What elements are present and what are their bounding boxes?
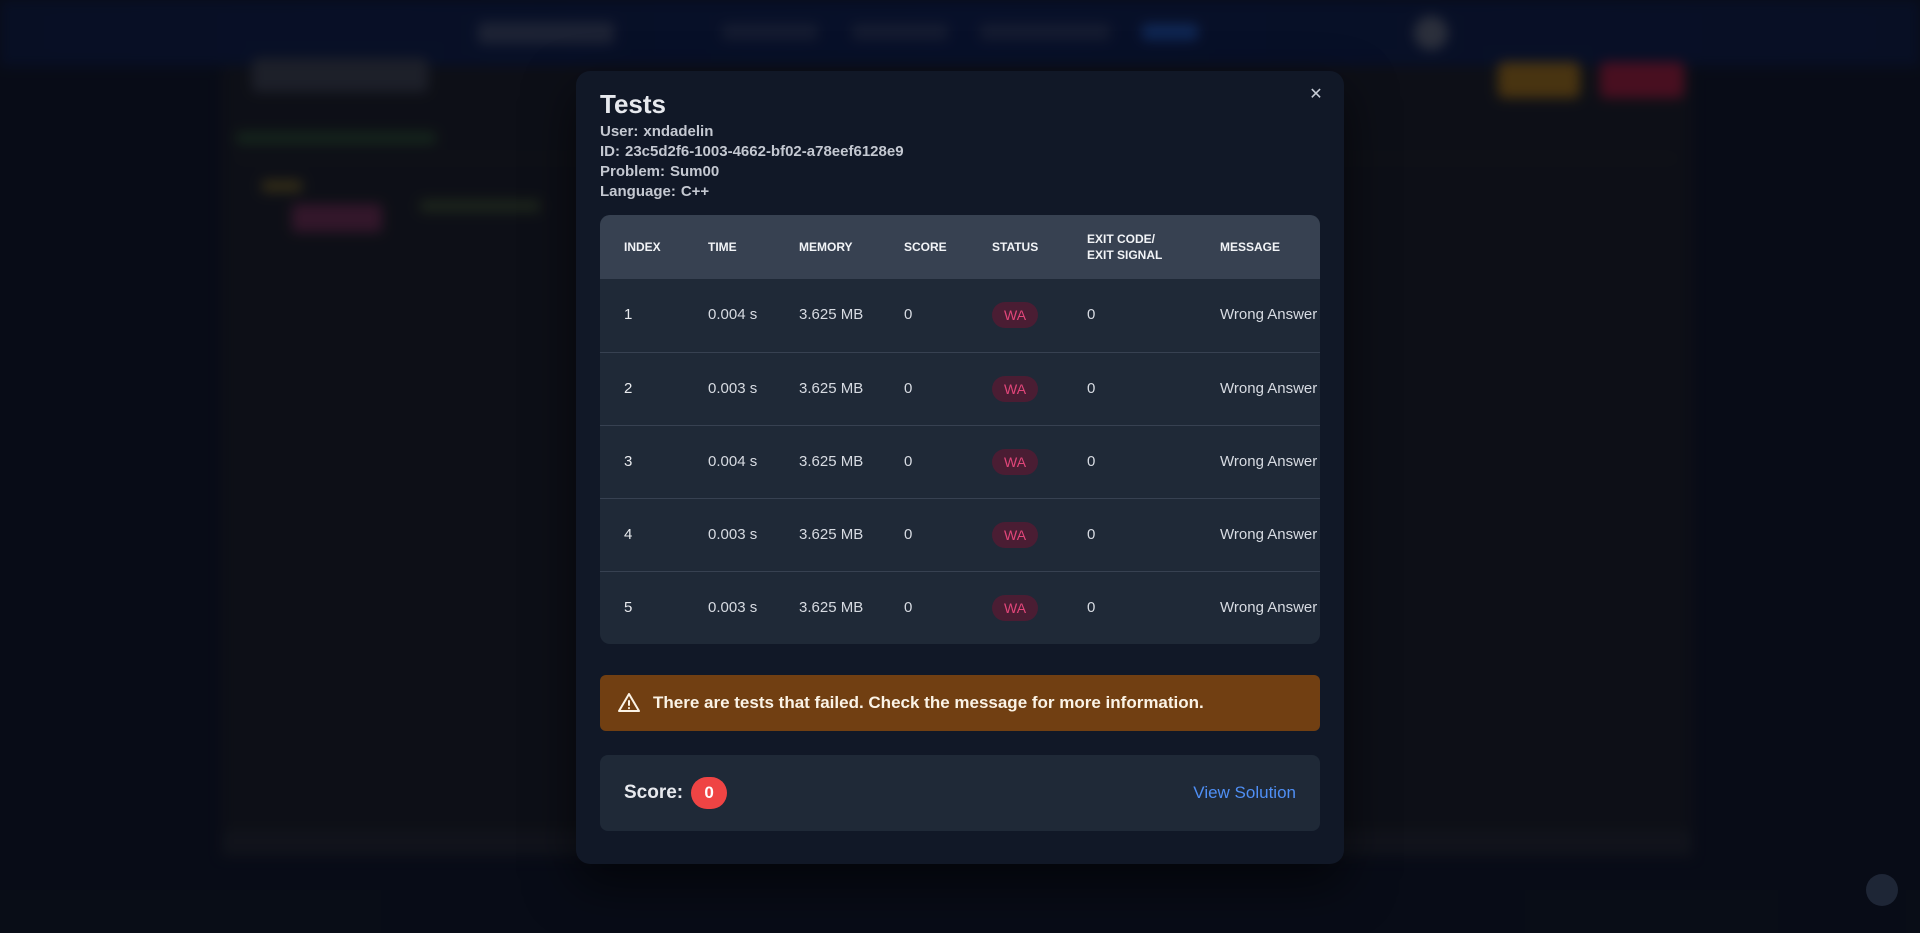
cell-memory: 3.625 MB (799, 452, 864, 470)
meta-id: ID: 23c5d2f6-1003-4662-bf02-a78eef6128e9 (600, 142, 904, 162)
score-label: Score: (624, 782, 684, 803)
column-header-message: Message (1220, 240, 1281, 254)
status-badge: WA (992, 521, 1039, 548)
status-badge: WA (992, 375, 1039, 402)
column-header-exit-code: Exit code/ exit signal (1087, 232, 1163, 262)
cell-score: 0 (904, 598, 913, 616)
meta-label: Language: (600, 183, 676, 200)
cell-score: 0 (904, 306, 913, 324)
tests-modal: ✕ Tests User: xndadelin ID: 23c5d2f6-100… (576, 71, 1344, 864)
cell-exit-code: 0 (1087, 598, 1096, 616)
cell-exit-code: 0 (1087, 379, 1096, 397)
cell-status: WA (968, 425, 1063, 498)
table-row: 4 0.003 s 3.625 MB 0 WA 0 Wrong Answer (600, 498, 1320, 571)
table-row: 2 0.003 s 3.625 MB 0 WA 0 Wrong Answer (600, 352, 1320, 425)
meta-user: User: xndadelin (600, 122, 904, 142)
meta-value: Sum00 (670, 163, 720, 180)
cell-time: 0.003 s (708, 525, 758, 543)
table-row: 3 0.004 s 3.625 MB 0 WA 0 Wrong Answer (600, 425, 1320, 498)
status-badge: WA (992, 302, 1039, 329)
cell-index: 4 (624, 525, 633, 543)
tests-table: Index Time Memory Score Status Exit code… (600, 215, 1320, 644)
cell-status: WA (968, 571, 1063, 644)
score-badge: 0 (691, 777, 728, 809)
table-row: 5 0.003 s 3.625 MB 0 WA 0 Wrong Answer (600, 571, 1320, 644)
cell-time: 0.003 s (708, 598, 758, 616)
column-header-score: Score (904, 240, 947, 254)
cell-message: Wrong Answer (1220, 452, 1318, 470)
cell-memory: 3.625 MB (799, 379, 864, 397)
cell-index: 1 (624, 306, 633, 324)
alert-message: There are tests that failed. Check the m… (653, 693, 1204, 712)
failed-tests-alert: There are tests that failed. Check the m… (600, 675, 1320, 731)
meta-value: C++ (680, 183, 710, 200)
meta-label: Problem: (600, 163, 666, 180)
cell-time: 0.004 s (708, 306, 758, 324)
background-corner-button (1866, 874, 1898, 906)
column-header-memory: Memory (799, 240, 853, 254)
cell-index: 5 (624, 598, 633, 616)
submission-meta: User: xndadelin ID: 23c5d2f6-1003-4662-b… (600, 122, 904, 202)
column-header-time: Time (708, 240, 737, 254)
meta-label: User: (600, 123, 639, 140)
table-header-row: Index Time Memory Score Status Exit code… (600, 215, 1320, 279)
status-badge: WA (992, 448, 1039, 475)
cell-memory: 3.625 MB (799, 598, 864, 616)
meta-language: Language: C++ (600, 182, 904, 202)
score-summary: Score: 0 (624, 777, 728, 809)
meta-value: xndadelin (643, 123, 714, 140)
modal-title: Tests (600, 89, 666, 119)
score-bar: Score: 0 View Solution (600, 755, 1320, 831)
meta-label: ID: (600, 143, 620, 160)
cell-status: WA (968, 279, 1063, 352)
cell-score: 0 (904, 379, 913, 397)
cell-memory: 3.625 MB (799, 306, 864, 324)
cell-time: 0.004 s (708, 452, 758, 470)
cell-exit-code: 0 (1087, 306, 1096, 324)
cell-message: Wrong Answer (1220, 525, 1318, 543)
cell-index: 2 (624, 379, 633, 397)
column-header-status: Status (992, 240, 1039, 254)
cell-status: WA (968, 352, 1063, 425)
close-icon[interactable]: ✕ (1304, 83, 1328, 107)
cell-message: Wrong Answer (1220, 306, 1318, 324)
column-header-index: Index (624, 240, 661, 254)
cell-time: 0.003 s (708, 379, 758, 397)
view-solution-link[interactable]: View Solution (1193, 783, 1296, 803)
cell-score: 0 (904, 525, 913, 543)
cell-message: Wrong Answer (1220, 598, 1318, 616)
meta-problem: Problem: Sum00 (600, 162, 904, 182)
cell-exit-code: 0 (1087, 452, 1096, 470)
meta-value: 23c5d2f6-1003-4662-bf02-a78eef6128e9 (625, 143, 904, 160)
cell-index: 3 (624, 452, 633, 470)
cell-status: WA (968, 498, 1063, 571)
status-badge: WA (992, 594, 1039, 621)
cell-exit-code: 0 (1087, 525, 1096, 543)
table-row: 1 0.004 s 3.625 MB 0 WA 0 Wrong Answer (600, 279, 1320, 352)
cell-score: 0 (904, 452, 913, 470)
warning-triangle-icon (618, 693, 640, 712)
cell-memory: 3.625 MB (799, 525, 864, 543)
cell-message: Wrong Answer (1220, 379, 1318, 397)
